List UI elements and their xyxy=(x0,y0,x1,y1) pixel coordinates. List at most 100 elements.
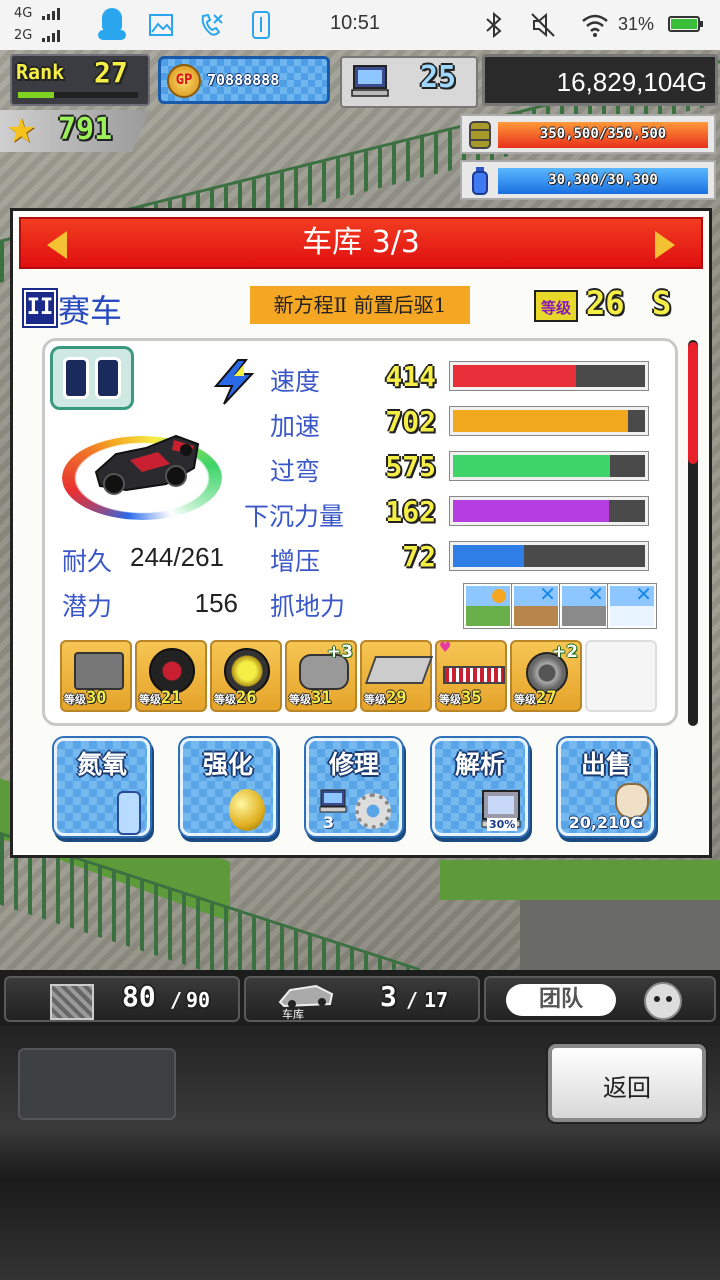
suspension-icon xyxy=(443,666,505,684)
part-level: 27 xyxy=(536,688,557,708)
clock: 10:51 xyxy=(330,12,381,34)
terrain-snow-icon: ✕ xyxy=(608,582,656,628)
network-type-2: 2G xyxy=(14,28,33,43)
box-icon xyxy=(50,984,94,1020)
bottom-panel: 返回 xyxy=(0,1026,720,1280)
box-separator: / xyxy=(170,988,183,1012)
scrollbar-track[interactable] xyxy=(688,340,698,726)
nitro-bottle-icon xyxy=(117,791,141,835)
nitro-button[interactable]: 氮氧 xyxy=(54,738,150,836)
part-level-label: 等级 xyxy=(364,693,386,706)
prev-arrow-icon[interactable] xyxy=(47,231,67,259)
sell-price: 20,210G xyxy=(568,813,644,832)
nitro-bottle-icon xyxy=(63,357,89,399)
part-plus: +3 xyxy=(326,642,353,662)
analyze-progress: 30% xyxy=(487,818,518,831)
terrain-sunny-icon xyxy=(464,584,512,628)
star-panel: ★ 791 xyxy=(0,110,150,152)
tab-garage[interactable]: 车库 3 / 17 xyxy=(244,976,480,1022)
stat-bar-cornering xyxy=(450,452,648,480)
status-bar: 4G 2G 10:51 31% xyxy=(0,0,720,50)
stat-bar-boost xyxy=(450,542,648,570)
part-slot-suspension[interactable]: ♥ 等级35 xyxy=(435,640,507,712)
grass-patch xyxy=(440,860,720,900)
tab-storage[interactable]: 80 / 90 xyxy=(4,976,240,1022)
level-label: 等级 xyxy=(534,290,578,322)
lightning-icon xyxy=(213,359,255,405)
stat-label-downforce: 下沉力量 xyxy=(244,502,345,531)
part-level: 30 xyxy=(86,688,107,708)
tab-team[interactable]: 团队 xyxy=(484,976,716,1022)
level-value: 26 xyxy=(586,284,625,322)
garage-count: 3 xyxy=(380,980,397,1013)
box-max: 90 xyxy=(186,988,211,1012)
back-button[interactable]: 返回 xyxy=(548,1044,706,1122)
part-slot-empty[interactable] xyxy=(585,640,657,712)
part-slot-brake[interactable]: +2 等级27 xyxy=(510,640,582,712)
water-panel: 30,300/30,300 xyxy=(460,160,716,200)
box-count: 80 xyxy=(122,980,156,1013)
rank-value: 27 xyxy=(94,56,128,89)
part-slot-engine[interactable]: 等级30 xyxy=(60,640,132,712)
stat-bar-speed xyxy=(450,362,648,390)
spoiler-icon xyxy=(364,656,434,684)
repair-button[interactable]: 修理 3 xyxy=(306,738,402,836)
stat-value-boost: 72 xyxy=(402,540,436,573)
part-level: 21 xyxy=(161,688,182,708)
part-slot-wheel[interactable]: 等级26 xyxy=(210,640,282,712)
computer-icon xyxy=(351,65,389,97)
car-class-badge: II xyxy=(24,290,56,326)
enhance-button[interactable]: 强化 xyxy=(180,738,276,836)
stat-value-speed: 414 xyxy=(385,360,436,393)
repair-cost: 3 xyxy=(323,813,335,832)
stat-value-cornering: 575 xyxy=(385,450,436,483)
terrain-rock-icon: ✕ xyxy=(560,582,608,628)
gp-coin-icon: GP xyxy=(167,64,201,98)
nitro-button-label: 氮氧 xyxy=(76,750,127,779)
part-slot-turbo[interactable]: +3 等级31 xyxy=(285,640,357,712)
gp-coin-label: GP xyxy=(175,72,193,88)
golden-egg-icon xyxy=(229,789,265,831)
part-level: 35 xyxy=(461,688,482,708)
part-level-label: 等级 xyxy=(214,693,236,706)
stat-value-accel: 702 xyxy=(385,405,436,438)
sell-button[interactable]: 出售 20,210G xyxy=(558,738,654,836)
gold-panel: 16,829,104G xyxy=(482,54,718,106)
grade-value: S xyxy=(652,284,672,322)
computer-icon xyxy=(319,789,347,813)
bluetooth-icon xyxy=(486,12,502,38)
missed-call-icon xyxy=(201,13,223,36)
rank-label: Rank xyxy=(16,60,65,84)
gear-icon xyxy=(355,793,391,829)
next-arrow-icon[interactable] xyxy=(655,231,675,259)
network-type-1: 4G xyxy=(14,6,33,21)
fuel-panel: 350,500/350,500 xyxy=(460,114,716,154)
favorite-heart-icon: ♥ xyxy=(439,640,452,656)
stat-bar-downforce xyxy=(450,497,648,525)
gp-value: 70888888 xyxy=(207,71,280,89)
stat-bar-fill xyxy=(453,365,576,387)
battery-percent: 31% xyxy=(618,14,655,34)
signal-icon xyxy=(42,30,60,42)
analyze-button[interactable]: 解析 30% xyxy=(432,738,528,836)
part-slot-spoiler[interactable]: 等级29 xyxy=(360,640,434,712)
fuel-bar: 350,500/350,500 xyxy=(498,122,708,148)
part-slot-tire[interactable]: 等级21 xyxy=(135,640,207,712)
pc-panel[interactable]: 25 xyxy=(340,56,478,108)
image-icon xyxy=(149,14,173,36)
gold-value: 16,829,104G xyxy=(556,67,707,97)
dialog-title: 车库 3/3 xyxy=(302,225,420,260)
car-type: 赛车 xyxy=(58,292,123,330)
star-value: 791 xyxy=(58,112,113,147)
part-level: 31 xyxy=(311,688,332,708)
stat-bar-accel xyxy=(450,407,648,435)
durability-value: 244/261 xyxy=(130,542,224,572)
gp-panel[interactable]: GP 70888888 xyxy=(158,56,330,104)
info-box xyxy=(18,1048,176,1120)
fuel-barrel-icon xyxy=(469,121,491,149)
rank-panel: Rank 27 xyxy=(10,54,150,106)
durability-label: 耐久 xyxy=(62,547,113,576)
scrollbar-thumb[interactable] xyxy=(688,342,698,464)
grip-label: 抓地力 xyxy=(270,592,346,621)
part-plus: +2 xyxy=(551,642,578,662)
